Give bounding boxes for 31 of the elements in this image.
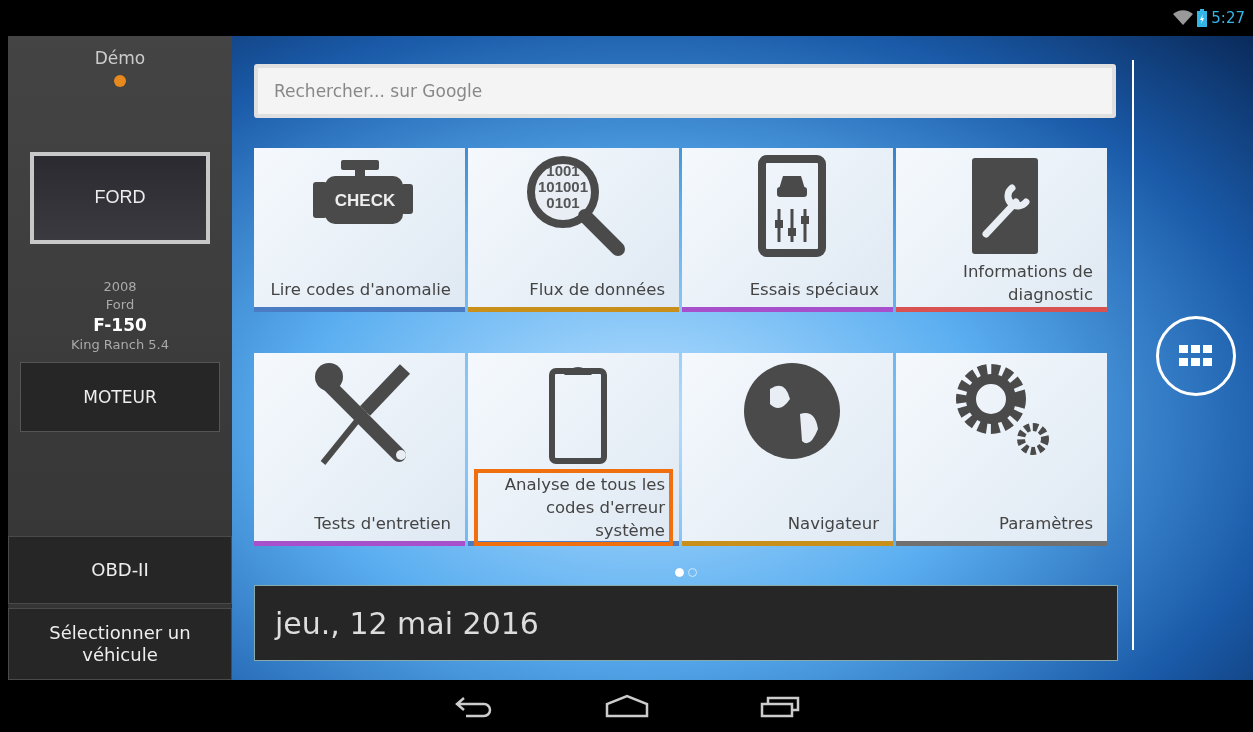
sidebar-button[interactable]: OBD-II — [8, 536, 232, 604]
app-tile[interactable]: Essais spéciaux — [682, 148, 893, 312]
app-tile[interactable]: Tests d'entretien — [254, 353, 465, 546]
mode-label: Démo — [94, 47, 146, 70]
tablet-sliders-icon — [756, 154, 827, 258]
battery-icon — [1197, 9, 1208, 27]
search-field[interactable]: Rechercher... sur Google — [254, 64, 1116, 118]
vehicle-trim: King Ranch 5.4 — [71, 335, 169, 354]
apps-button[interactable] — [1156, 316, 1236, 396]
vehicle-model: F-150 — [93, 315, 147, 336]
date-text: jeu., 12 mai 2016 — [254, 585, 1118, 661]
wifi-icon — [1173, 10, 1194, 26]
app-tile[interactable]: CHECK Lire codes d'anomalie — [254, 148, 465, 312]
page-dot[interactable] — [675, 568, 684, 577]
back-icon[interactable] — [453, 694, 494, 718]
brand-logo-button[interactable]: FORD — [30, 151, 210, 244]
app-tile[interactable]: 1001 101001 0101 Flux de données — [468, 148, 679, 312]
app-tile[interactable]: Paramètres — [896, 353, 1107, 546]
system-button[interactable]: MOTEUR — [20, 362, 220, 433]
vehicle-make: Ford — [105, 296, 135, 315]
grid-icon — [1179, 345, 1213, 367]
app-tile[interactable]: Analyse de tous les codes d'erreur système — [468, 353, 679, 546]
app-tile[interactable]: Informations de diagnostic — [896, 148, 1107, 312]
app-tile[interactable]: Navigateur — [682, 353, 893, 546]
home-icon[interactable] — [603, 694, 650, 718]
recents-icon[interactable] — [759, 694, 800, 718]
sidebar-button[interactable]: Sélectionner un véhicule — [8, 608, 232, 680]
vehicle-year: 2008 — [103, 277, 137, 296]
status-time: 5:27 — [1211, 7, 1245, 29]
highlighted-tile-label: Analyse de tous les codes d'erreur système — [474, 469, 673, 547]
status-dot — [113, 73, 127, 88]
